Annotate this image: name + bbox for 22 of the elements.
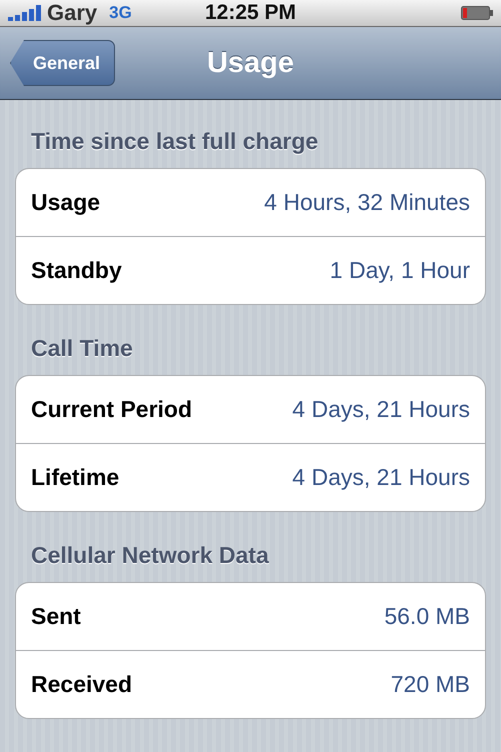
row-label: Usage (31, 189, 100, 216)
section-header: Call Time (30, 334, 134, 363)
row-value: 4 Hours, 32 Minutes (264, 189, 470, 216)
clock-time: 12:25 PM (204, 1, 296, 25)
row-label: Lifetime (31, 464, 120, 491)
section-header: Cellular Network Data (30, 541, 270, 570)
row-label: Sent (31, 603, 81, 630)
battery-icon (461, 5, 493, 21)
row-value: 720 MB (390, 671, 470, 698)
row-value: 4 Days, 21 Hours (292, 396, 470, 423)
row-value: 1 Day, 1 Hour (330, 257, 470, 284)
carrier-name: Gary (47, 0, 98, 26)
signal-icon (8, 5, 44, 21)
row-value: 4 Days, 21 Hours (292, 464, 470, 491)
page-title: Usage (206, 46, 294, 80)
row-label: Current Period (31, 396, 192, 423)
network-type: 3G (109, 3, 132, 23)
row-value: 56.0 MB (384, 603, 470, 630)
row-label: Standby (31, 257, 122, 284)
section-header: Time since last full charge (30, 127, 320, 156)
back-button[interactable]: General (10, 40, 116, 86)
row-label: Received (31, 671, 132, 698)
